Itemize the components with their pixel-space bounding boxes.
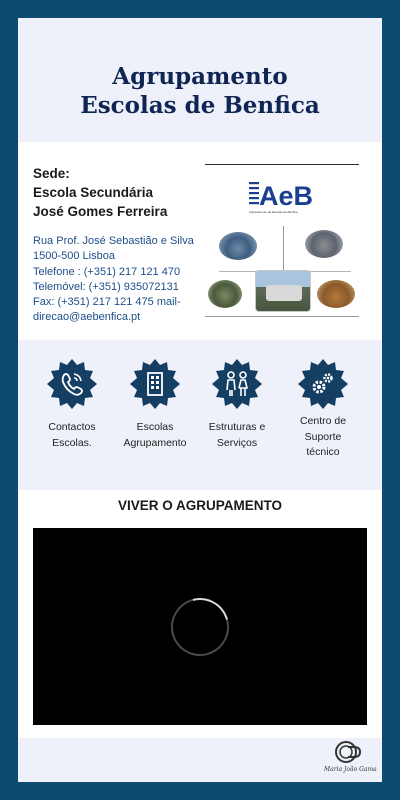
email-link[interactable]: direcao@aebenfica.pt [33, 310, 213, 325]
school-name-line1: Escola Secundária [33, 185, 154, 200]
service-label-line2: técnico [306, 446, 340, 458]
service-contactos-escolas[interactable]: Contactos Escolas. [30, 358, 114, 451]
sede-section: Sede: Escola Secundária José Gomes Ferre… [18, 142, 382, 338]
service-label-line1: Estruturas e [208, 421, 266, 433]
sede-label: Sede: [33, 166, 70, 181]
site-title-line2: Escolas de Benfica [80, 92, 320, 119]
service-label-line2: Escolas. [52, 436, 92, 449]
service-label-line1: Escolas [136, 421, 174, 433]
footer: Maria João Gama [18, 738, 382, 782]
mobile-number: Telemóvel: (+351) 935072131 [33, 280, 179, 293]
service-centro-suporte[interactable]: Centro de Suporte técnico [281, 358, 365, 461]
signature-name: Maria João Gama [324, 766, 377, 773]
school-photo [305, 230, 343, 258]
aeb-logo: AeB Agrupamento de Escolas de Benfica [249, 181, 313, 214]
site-title: Agrupamento Escolas de Benfica [18, 62, 382, 120]
divider [205, 316, 359, 317]
author-signature: Maria João Gama [324, 740, 377, 780]
fax-number: Fax: (+351) 217 121 475 mail- [33, 296, 181, 309]
divider [283, 226, 284, 270]
divider [205, 164, 359, 165]
service-estruturas-servicos[interactable]: Estruturas e Serviços [195, 358, 279, 451]
phone-icon [47, 359, 97, 409]
service-label-line2: Agrupamento [123, 436, 187, 449]
aeb-logo-text: AeB [259, 181, 313, 211]
school-photo [317, 280, 355, 308]
service-label-line2: Serviços [216, 436, 258, 449]
page: Agrupamento Escolas de Benfica Sede: Esc… [18, 18, 382, 782]
school-photo [219, 232, 257, 260]
header: Agrupamento Escolas de Benfica [18, 18, 382, 142]
phone-number: Telefone : (+351) 217 121 470 [33, 265, 181, 278]
building-icon [130, 359, 180, 409]
service-label: Estruturas e Serviços [195, 420, 279, 451]
address-line2: 1500-500 Lisboa [33, 250, 115, 263]
signature-logo-icon [335, 741, 362, 763]
video-title: VIVER O AGRUPAMENTO [117, 498, 283, 513]
service-label: Escolas Agrupamento [113, 420, 197, 451]
address-line1: Rua Prof. José Sebastião e Silva [33, 235, 194, 247]
service-label: Centro de Suporte técnico [281, 414, 365, 461]
school-name-line2: José Gomes Ferreira [33, 204, 168, 219]
service-label: Contactos Escolas. [30, 420, 114, 451]
service-label-line1: Contactos [48, 421, 96, 433]
video-section: VIVER O AGRUPAMENTO [18, 495, 382, 740]
school-photo [255, 270, 311, 312]
people-icon [212, 359, 262, 409]
contact-info: Rua Prof. José Sebastião e Silva 1500-50… [33, 234, 213, 326]
sede-heading: Sede: Escola Secundária José Gomes Ferre… [33, 164, 208, 221]
services-section: Contactos Escolas. Escolas Agrupamento E… [18, 340, 382, 490]
aeb-logo-subtitle: Agrupamento de Escolas de Benfica [249, 210, 298, 214]
school-photo-collage: AeB Agrupamento de Escolas de Benfica [205, 164, 359, 320]
school-photo [208, 280, 242, 308]
service-label-line1: Centro de Suporte [299, 415, 347, 443]
gears-icon [298, 359, 348, 409]
loading-spinner-icon [160, 587, 240, 667]
service-escolas-agrupamento[interactable]: Escolas Agrupamento [113, 358, 197, 451]
site-title-line1: Agrupamento [112, 63, 288, 90]
video-player[interactable] [33, 528, 367, 725]
